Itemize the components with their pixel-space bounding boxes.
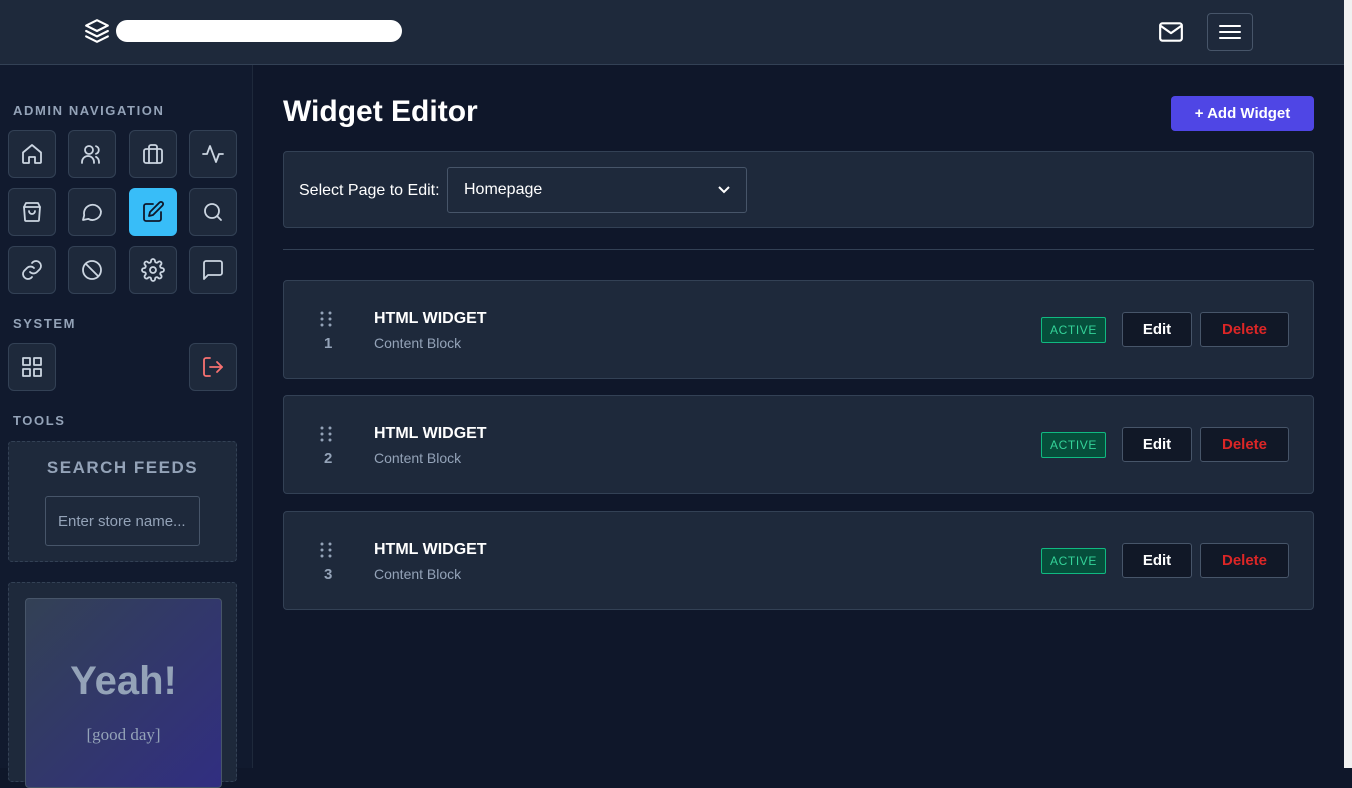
nav-search[interactable]: [189, 188, 237, 236]
widget-card: 1 HTML WIDGET Content Block ACTIVE Edit …: [283, 280, 1314, 379]
widget-title: HTML WIDGET: [374, 541, 487, 558]
drag-handle-icon[interactable]: [319, 311, 333, 327]
promo-title: Yeah!: [70, 659, 177, 703]
page-title: Widget Editor: [283, 95, 478, 128]
search-feeds-title: SEARCH FEEDS: [46, 458, 199, 477]
widget-card: 2 HTML WIDGET Content Block ACTIVE Edit …: [283, 395, 1314, 494]
nav-users[interactable]: [68, 130, 116, 178]
widget-type: Content Block: [374, 566, 462, 582]
edit-widget-button[interactable]: Edit: [1122, 312, 1192, 347]
status-badge: ACTIVE: [1041, 317, 1106, 343]
store-search-input[interactable]: [45, 496, 200, 546]
status-badge: ACTIVE: [1041, 548, 1106, 574]
drag-handle-icon[interactable]: [319, 542, 333, 558]
settings-icon: [141, 258, 165, 282]
edit-widget-button[interactable]: Edit: [1122, 543, 1192, 578]
layers-icon: [85, 19, 109, 43]
page-select-label: Select Page to Edit:: [299, 182, 440, 199]
nav-blocked[interactable]: [68, 246, 116, 294]
page-select-value: Homepage: [464, 181, 543, 198]
nav-messages[interactable]: [68, 188, 116, 236]
mail-icon: [1159, 22, 1183, 42]
grid-icon: [22, 357, 42, 377]
message-square-icon: [203, 260, 223, 280]
top-navbar: [0, 0, 1344, 65]
search-icon: [204, 203, 222, 221]
nav-activity[interactable]: [189, 130, 237, 178]
widget-title: HTML WIDGET: [374, 310, 487, 327]
main-content: Widget Editor + Add Widget Select Page t…: [253, 65, 1344, 768]
hamburger-menu-icon: [1219, 25, 1241, 39]
admin-nav-title: ADMIN NAVIGATION: [13, 103, 165, 118]
chevron-down-icon: [718, 186, 730, 194]
promo-subtitle: [good day]: [86, 725, 161, 744]
nav-comments[interactable]: [189, 246, 237, 294]
page-select-panel: Select Page to Edit: Homepage: [283, 151, 1314, 228]
brand[interactable]: [84, 18, 402, 44]
users-icon: [81, 145, 100, 164]
menu-toggle-button[interactable]: [1207, 13, 1253, 51]
logout-icon: [203, 357, 223, 377]
promo-panel: Yeah! [good day]: [8, 582, 237, 788]
nav-settings[interactable]: [129, 246, 177, 294]
delete-widget-button[interactable]: Delete: [1200, 543, 1289, 578]
nav-shopping-bag[interactable]: [8, 188, 56, 236]
promo-card[interactable]: Yeah! [good day]: [25, 598, 222, 788]
widget-type: Content Block: [374, 335, 462, 351]
brand-name-redacted: [116, 20, 402, 42]
briefcase-icon: [143, 144, 163, 164]
tools-title: TOOLS: [13, 413, 66, 428]
nav-widget-editor[interactable]: [129, 188, 177, 236]
drag-handle-icon[interactable]: [319, 426, 333, 442]
widget-order: 3: [324, 566, 333, 583]
search-feeds-panel: SEARCH FEEDS: [8, 441, 237, 562]
page-select-dropdown[interactable]: Homepage: [447, 167, 747, 213]
mail-button[interactable]: [1156, 18, 1186, 46]
edit-widget-button[interactable]: Edit: [1122, 427, 1192, 462]
edit-icon: [143, 201, 164, 222]
system-title: SYSTEM: [13, 316, 77, 331]
widget-title: HTML WIDGET: [374, 425, 487, 442]
delete-widget-button[interactable]: Delete: [1200, 427, 1289, 462]
nav-dashboard-grid[interactable]: [8, 343, 56, 391]
status-badge: ACTIVE: [1041, 432, 1106, 458]
divider: [283, 249, 1314, 250]
message-circle-icon: [82, 203, 102, 221]
delete-widget-button[interactable]: Delete: [1200, 312, 1289, 347]
widget-order: 1: [324, 335, 333, 352]
logout-button[interactable]: [189, 343, 237, 391]
nav-links[interactable]: [8, 246, 56, 294]
activity-icon: [202, 145, 224, 163]
add-widget-button[interactable]: + Add Widget: [1171, 96, 1314, 131]
nav-home[interactable]: [8, 130, 56, 178]
sidebar: ADMIN NAVIGATION SYSTEM TOOLS SEARCH FEE…: [0, 65, 253, 788]
nav-briefcase[interactable]: [129, 130, 177, 178]
ban-icon: [82, 260, 102, 280]
widget-card: 3 HTML WIDGET Content Block ACTIVE Edit …: [283, 511, 1314, 610]
home-icon: [22, 144, 42, 164]
widget-type: Content Block: [374, 450, 462, 466]
page-scrollbar[interactable]: [1344, 0, 1352, 768]
shopping-bag-icon: [23, 202, 41, 222]
link-icon: [22, 260, 42, 280]
widget-order: 2: [324, 450, 333, 467]
